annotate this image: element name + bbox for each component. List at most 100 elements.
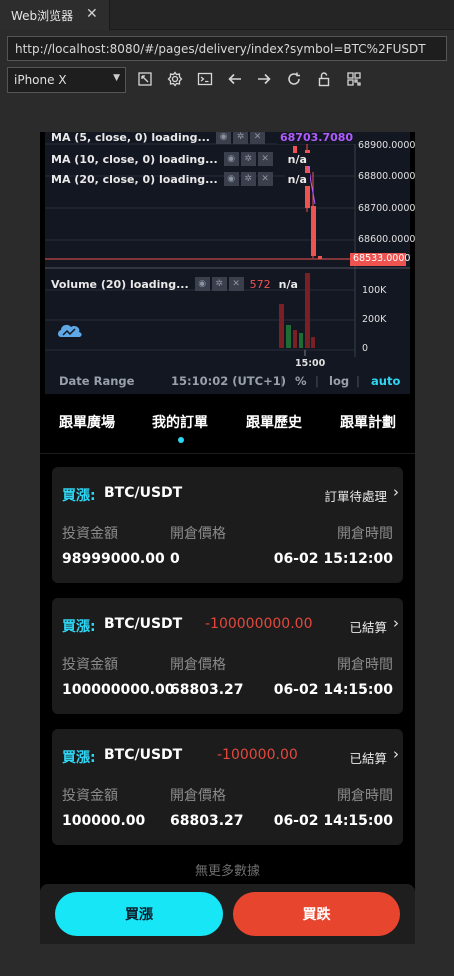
terminal-icon[interactable] <box>197 71 213 87</box>
price-axis-label: 68600.0000 <box>358 234 415 245</box>
ma20-label: MA (20, close, 0) loading... <box>51 172 218 186</box>
forward-icon[interactable] <box>256 71 272 87</box>
order-symbol: BTC/USDT <box>104 485 183 501</box>
open-price-value: 68803.27 <box>170 813 244 829</box>
price-axis-label: 68900.0000 <box>358 140 415 151</box>
kline-chart[interactable]: MA (5, close, 0) loading... ◉ ✲ ✕ 68703.… <box>40 132 415 394</box>
tab-copy-square[interactable]: 跟單廣場 <box>59 412 115 432</box>
open-time-label: 開倉時間 <box>337 657 393 673</box>
tradingview-logo <box>58 324 82 337</box>
footer-divider: | <box>356 374 360 388</box>
amount-value: 98999000.00 <box>62 551 165 567</box>
order-symbol: BTC/USDT <box>104 747 183 763</box>
price-axis-label: 68700.0000 <box>358 203 415 214</box>
percent-toggle[interactable]: % <box>295 374 307 388</box>
gear-icon[interactable]: ✲ <box>211 277 227 291</box>
order-side: 買漲: <box>62 619 96 635</box>
open-time-label: 開倉時間 <box>337 526 393 542</box>
indicator-controls: ◉ ✲ ✕ <box>223 152 275 166</box>
indicator-controls: ◉ ✲ ✕ <box>216 132 267 144</box>
volume-axis-label: 200K <box>362 314 387 325</box>
volume-label: Volume (20) loading... <box>51 277 189 291</box>
chart-clock: 15:10:02 (UTC+1) <box>171 374 286 388</box>
chevron-right-icon[interactable]: › <box>393 483 399 501</box>
order-tabs: 跟單廣場 我的訂單 跟單歷史 跟單計劃 <box>40 402 415 452</box>
open-price-label: 開倉價格 <box>170 526 226 542</box>
order-side: 買漲: <box>62 750 96 766</box>
order-side: 買漲: <box>62 488 96 504</box>
volume-axis-label: 100K <box>362 285 387 296</box>
close-icon[interactable]: ✕ <box>86 6 98 22</box>
buy-down-button[interactable]: 買跌 <box>233 892 400 936</box>
eye-icon[interactable]: ◉ <box>194 277 210 291</box>
price-axis-label: 68800.0000 <box>358 171 415 182</box>
chart-footer: Date Range 15:10:02 (UTC+1) | % | log | … <box>45 369 410 394</box>
date-range-button[interactable]: Date Range <box>59 374 134 388</box>
device-select[interactable]: iPhone X ▼ <box>7 67 126 93</box>
gear-icon[interactable]: ✲ <box>233 132 248 144</box>
open-price-label: 開倉價格 <box>170 657 226 673</box>
order-card[interactable]: 買漲: BTC/USDT 訂單待處理 › 投資金額 開倉價格 開倉時間 9899… <box>52 467 403 583</box>
settings-icon[interactable] <box>167 71 183 87</box>
volume-value-red: 572 <box>249 277 271 291</box>
browser-tab[interactable]: Web浏览器 ✕ <box>0 0 110 30</box>
tabs-divider <box>40 453 415 454</box>
close-icon[interactable]: ✕ <box>257 152 273 166</box>
amount-label: 投資金額 <box>62 788 118 804</box>
time-axis-label: 15:00 <box>295 358 326 369</box>
url-input[interactable]: http://localhost:8080/#/pages/delivery/i… <box>7 36 447 61</box>
back-icon[interactable] <box>227 71 243 87</box>
phone-viewport: MA (5, close, 0) loading... ◉ ✲ ✕ 68703.… <box>40 132 415 944</box>
log-toggle[interactable]: log <box>329 374 349 388</box>
volume-axis-label: 0 <box>362 343 369 354</box>
close-icon[interactable]: ✕ <box>250 132 265 144</box>
chevron-right-icon[interactable]: › <box>393 745 399 763</box>
open-time-label: 開倉時間 <box>337 788 393 804</box>
tab-my-orders[interactable]: 我的訂單 <box>152 412 208 432</box>
ma5-indicator[interactable]: MA (5, close, 0) loading... ◉ ✲ ✕ 68703.… <box>51 132 357 145</box>
eye-icon[interactable]: ◉ <box>223 172 239 186</box>
tab-copy-plan[interactable]: 跟單計劃 <box>340 412 396 432</box>
gear-icon[interactable]: ✲ <box>240 172 256 186</box>
buy-up-button[interactable]: 買漲 <box>55 892 223 936</box>
chevron-down-icon: ▼ <box>113 73 120 83</box>
order-card[interactable]: 買漲: BTC/USDT -100000.00 已結算 › 投資金額 開倉價格 … <box>52 729 403 845</box>
eye-icon[interactable]: ◉ <box>223 152 239 166</box>
order-symbol: BTC/USDT <box>104 616 183 632</box>
order-card[interactable]: 買漲: BTC/USDT -100000000.00 已結算 › 投資金額 開倉… <box>52 598 403 714</box>
refresh-icon[interactable] <box>286 71 302 87</box>
close-icon[interactable]: ✕ <box>257 172 273 186</box>
active-tab-indicator <box>178 437 184 443</box>
volume-value: n/a <box>278 277 298 291</box>
eye-icon[interactable]: ◉ <box>216 132 231 144</box>
chevron-right-icon[interactable]: › <box>393 614 399 632</box>
volume-indicator[interactable]: Volume (20) loading... ◉ ✲ ✕ 572 n/a <box>51 276 298 292</box>
auto-toggle[interactable]: auto <box>371 374 400 388</box>
order-status: 訂單待處理 <box>324 489 387 504</box>
last-price-tag: 68533.0000 <box>350 253 410 266</box>
amount-value: 100000.00 <box>62 813 146 829</box>
footer-divider: | <box>315 374 319 388</box>
ma20-indicator[interactable]: MA (20, close, 0) loading... ◉ ✲ ✕ n/a <box>51 171 310 187</box>
order-pnl: -100000.00 <box>217 747 298 763</box>
ma10-label: MA (10, close, 0) loading... <box>51 152 218 166</box>
no-more-data: 無更多數據 <box>194 864 260 879</box>
amount-label: 投資金額 <box>62 526 118 542</box>
ma10-indicator[interactable]: MA (10, close, 0) loading... ◉ ✲ ✕ n/a <box>51 151 310 167</box>
kline-chart-panel: MA (5, close, 0) loading... ◉ ✲ ✕ 68703.… <box>45 132 415 394</box>
open-price-value: 68803.27 <box>170 682 244 698</box>
unlock-icon[interactable] <box>316 71 332 87</box>
indicator-controls: ◉ ✲ ✕ <box>223 172 275 186</box>
gear-icon[interactable]: ✲ <box>240 152 256 166</box>
indicator-controls: ◉ ✲ ✕ <box>194 277 246 291</box>
amount-label: 投資金額 <box>62 657 118 673</box>
open-price-value: 0 <box>170 551 180 567</box>
device-toolbar: iPhone X ▼ <box>0 66 454 96</box>
open-price-label: 開倉價格 <box>170 788 226 804</box>
amount-value: 100000000.00 <box>62 682 175 698</box>
qrcode-icon[interactable] <box>346 71 362 87</box>
tab-copy-history[interactable]: 跟單歷史 <box>246 412 302 432</box>
close-icon[interactable]: ✕ <box>228 277 244 291</box>
open-time-value: 06-02 14:15:00 <box>273 682 393 698</box>
rotate-icon[interactable] <box>137 71 153 87</box>
